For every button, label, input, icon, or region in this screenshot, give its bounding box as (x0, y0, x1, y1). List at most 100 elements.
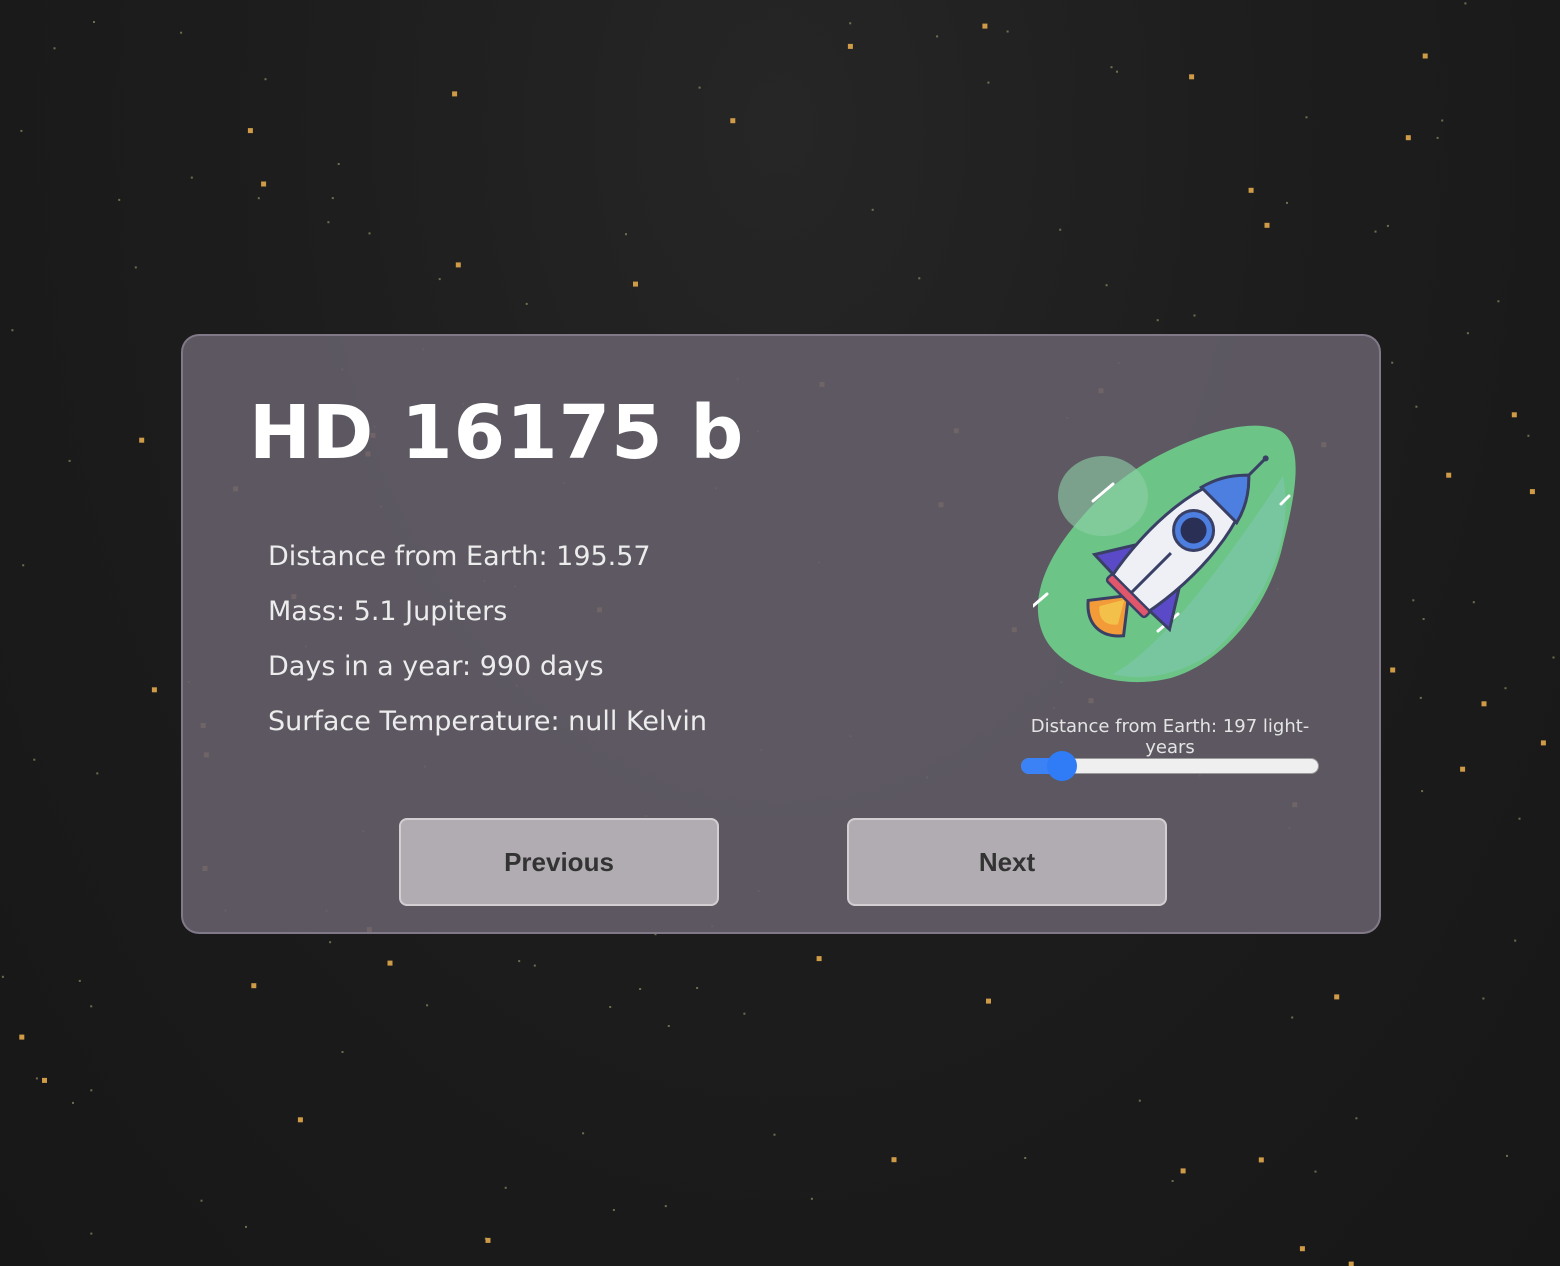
star (72, 1101, 74, 1104)
planet-card: HD 16175 b Distance from Earth: 195.57 M… (181, 334, 1381, 934)
star (33, 758, 36, 761)
star (1189, 74, 1195, 80)
star (245, 1225, 247, 1228)
star (1540, 740, 1546, 746)
star (1355, 1117, 1358, 1120)
star (1421, 790, 1424, 793)
star (247, 128, 253, 134)
star (1334, 994, 1340, 1000)
star (42, 1077, 47, 1083)
slider-thumb[interactable] (1047, 751, 1077, 781)
star (190, 176, 193, 179)
star (1291, 1016, 1294, 1019)
star (1419, 696, 1422, 699)
star (426, 1004, 429, 1007)
star (1481, 701, 1487, 707)
star (1171, 1180, 1174, 1182)
planet-title: HD 16175 b (249, 390, 745, 476)
star (696, 987, 699, 989)
next-button[interactable]: Next (847, 818, 1167, 906)
star (438, 278, 441, 281)
star (1405, 135, 1411, 141)
star (987, 81, 990, 84)
star (455, 262, 461, 268)
star (20, 129, 23, 132)
star (582, 1132, 585, 1135)
star (90, 1089, 93, 1092)
star (936, 35, 939, 38)
star (730, 118, 736, 124)
star (612, 1209, 615, 1211)
star (1497, 300, 1500, 303)
star (11, 329, 14, 332)
star (180, 31, 183, 34)
star (93, 21, 95, 23)
star (96, 772, 99, 775)
star (982, 23, 988, 29)
star (53, 47, 56, 50)
star (810, 1197, 813, 1200)
star (633, 281, 638, 287)
star (1422, 53, 1428, 59)
rocket-icon (1033, 425, 1296, 683)
star (257, 197, 260, 200)
star (1412, 599, 1415, 602)
star (625, 233, 627, 236)
star (1105, 284, 1108, 287)
star (1518, 817, 1521, 820)
star (485, 1237, 491, 1243)
star (297, 1117, 303, 1123)
star (1299, 1246, 1305, 1252)
star (78, 979, 81, 982)
star (1156, 319, 1159, 322)
star (667, 1025, 670, 1027)
star (664, 1205, 667, 1208)
star (609, 1006, 612, 1008)
star (337, 163, 340, 165)
star (1348, 1261, 1354, 1266)
star (1464, 2, 1467, 5)
star (1386, 224, 1389, 227)
star (1193, 314, 1196, 317)
star (849, 22, 852, 25)
star (518, 960, 521, 963)
star (816, 956, 822, 962)
star (151, 687, 157, 693)
star (918, 277, 921, 280)
star (639, 988, 642, 990)
star (1314, 1170, 1317, 1173)
star (90, 1232, 93, 1235)
star (847, 43, 853, 49)
star (891, 1157, 897, 1163)
star (1264, 222, 1270, 228)
star (525, 302, 528, 305)
previous-button[interactable]: Previous (399, 818, 719, 906)
star (35, 1077, 38, 1080)
star (1552, 656, 1555, 659)
star (1180, 1168, 1186, 1174)
star (22, 564, 25, 567)
star (368, 232, 371, 235)
star (743, 1012, 746, 1015)
star (1466, 332, 1469, 335)
star (19, 1034, 25, 1040)
fact-surface-temperature: Surface Temperature: null Kelvin (268, 706, 708, 737)
star (1527, 434, 1530, 437)
planet-facts-list: Distance from Earth: 195.57 Mass: 5.1 Ju… (268, 534, 707, 754)
star (1110, 66, 1113, 69)
star (1529, 489, 1535, 495)
star (1415, 405, 1418, 408)
star (1446, 472, 1452, 478)
star (1258, 1157, 1264, 1163)
star (452, 91, 458, 97)
star (341, 1051, 344, 1053)
distance-slider[interactable] (1021, 751, 1319, 781)
star (1482, 997, 1485, 1000)
star (1504, 687, 1507, 690)
fact-year-length: Days in a year: 990 days (268, 651, 604, 682)
star (1472, 601, 1475, 604)
star (1248, 187, 1254, 193)
star (1305, 116, 1308, 119)
star (118, 198, 121, 201)
star (139, 437, 145, 443)
